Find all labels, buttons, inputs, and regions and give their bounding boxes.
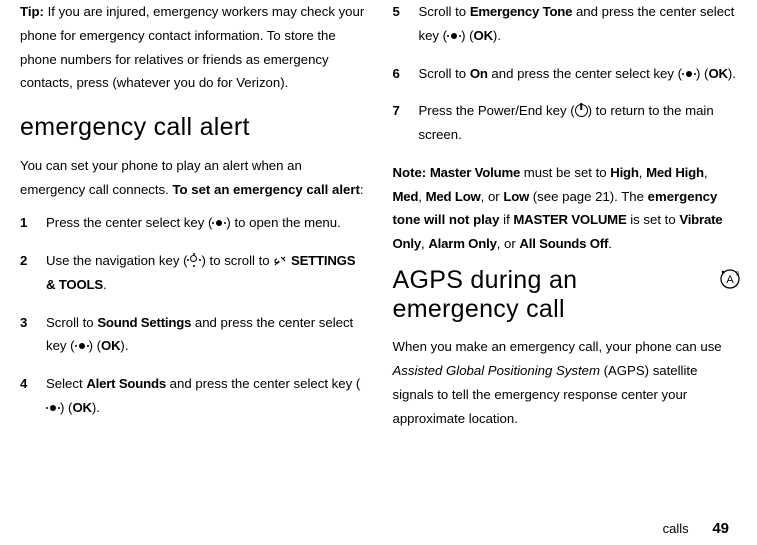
tip-label: Tip:: [20, 4, 44, 19]
step-body: Press the Power/End key () to return to …: [419, 99, 738, 147]
step-7: 7 Press the Power/End key () to return t…: [393, 99, 738, 147]
agps-feature-icon: A)): [719, 268, 741, 290]
heading-agps: AGPS during an emergency call: [393, 266, 738, 324]
step-1: 1 Press the center select key () to open…: [20, 211, 365, 235]
center-select-icon: [447, 31, 461, 41]
svg-text:A: A: [726, 274, 734, 286]
step-body: Press the center select key () to open t…: [46, 211, 365, 235]
agps-paragraph: When you make an emergency call, your ph…: [393, 335, 738, 430]
step-2: 2 Use the navigation key () to scroll to…: [20, 249, 365, 297]
on-label: On: [470, 66, 488, 81]
center-select-icon: [46, 403, 60, 413]
left-column: Tip: If you are injured, emergency worke…: [20, 0, 365, 545]
center-select-icon: [212, 218, 226, 228]
step-number: 1: [20, 211, 46, 235]
page-number: 49: [712, 520, 729, 537]
step-number: 6: [393, 62, 419, 86]
step-number: 4: [20, 372, 46, 420]
navigation-key-icon: [187, 253, 201, 267]
center-select-icon: [75, 341, 89, 351]
page-footer: calls 49: [663, 520, 729, 537]
power-end-key-icon: [575, 104, 588, 117]
step-number: 7: [393, 99, 419, 147]
intro-bold: To set an emergency call alert: [172, 182, 359, 197]
step-number: 3: [20, 311, 46, 359]
ok-label: OK: [474, 28, 493, 43]
steps-list-left: 1 Press the center select key () to open…: [20, 211, 365, 419]
ok-label: OK: [101, 338, 120, 353]
step-number: 2: [20, 249, 46, 297]
ok-label: OK: [72, 400, 91, 415]
step-body: Scroll to On and press the center select…: [419, 62, 738, 86]
step-number: 5: [393, 0, 419, 48]
step-body: Scroll to Emergency Tone and press the c…: [419, 0, 738, 48]
step-body: Scroll to Sound Settings and press the c…: [46, 311, 365, 359]
tip-paragraph: Tip: If you are injured, emergency worke…: [20, 0, 365, 95]
step-4: 4 Select Alert Sounds and press the cent…: [20, 372, 365, 420]
step-6: 6 Scroll to On and press the center sele…: [393, 62, 738, 86]
footer-section: calls: [663, 521, 689, 536]
step-body: Use the navigation key () to scroll to S…: [46, 249, 365, 297]
intro-paragraph: You can set your phone to play an alert …: [20, 154, 365, 202]
svg-text:)): )): [736, 271, 740, 277]
note-paragraph: Note: Master Volume must be set to High,…: [393, 161, 738, 256]
sound-settings-label: Sound Settings: [97, 315, 191, 330]
agps-italic: Assisted Global Positioning System: [393, 363, 600, 378]
manual-page: Tip: If you are injured, emergency worke…: [0, 0, 757, 545]
tools-icon: [273, 255, 287, 267]
alert-sounds-label: Alert Sounds: [86, 376, 166, 391]
note-label: Note:: [393, 165, 427, 180]
tip-body: If you are injured, emergency workers ma…: [20, 4, 364, 90]
emergency-tone-label: Emergency Tone: [470, 4, 573, 19]
center-select-icon: [682, 69, 696, 79]
step-5: 5 Scroll to Emergency Tone and press the…: [393, 0, 738, 48]
agps-heading-row: AGPS during an emergency call A)): [393, 266, 738, 324]
right-column: 5 Scroll to Emergency Tone and press the…: [393, 0, 738, 545]
step-3: 3 Scroll to Sound Settings and press the…: [20, 311, 365, 359]
steps-list-right: 5 Scroll to Emergency Tone and press the…: [393, 0, 738, 147]
heading-emergency-call-alert: emergency call alert: [20, 113, 365, 142]
step-body: Select Alert Sounds and press the center…: [46, 372, 365, 420]
ok-label: OK: [708, 66, 727, 81]
